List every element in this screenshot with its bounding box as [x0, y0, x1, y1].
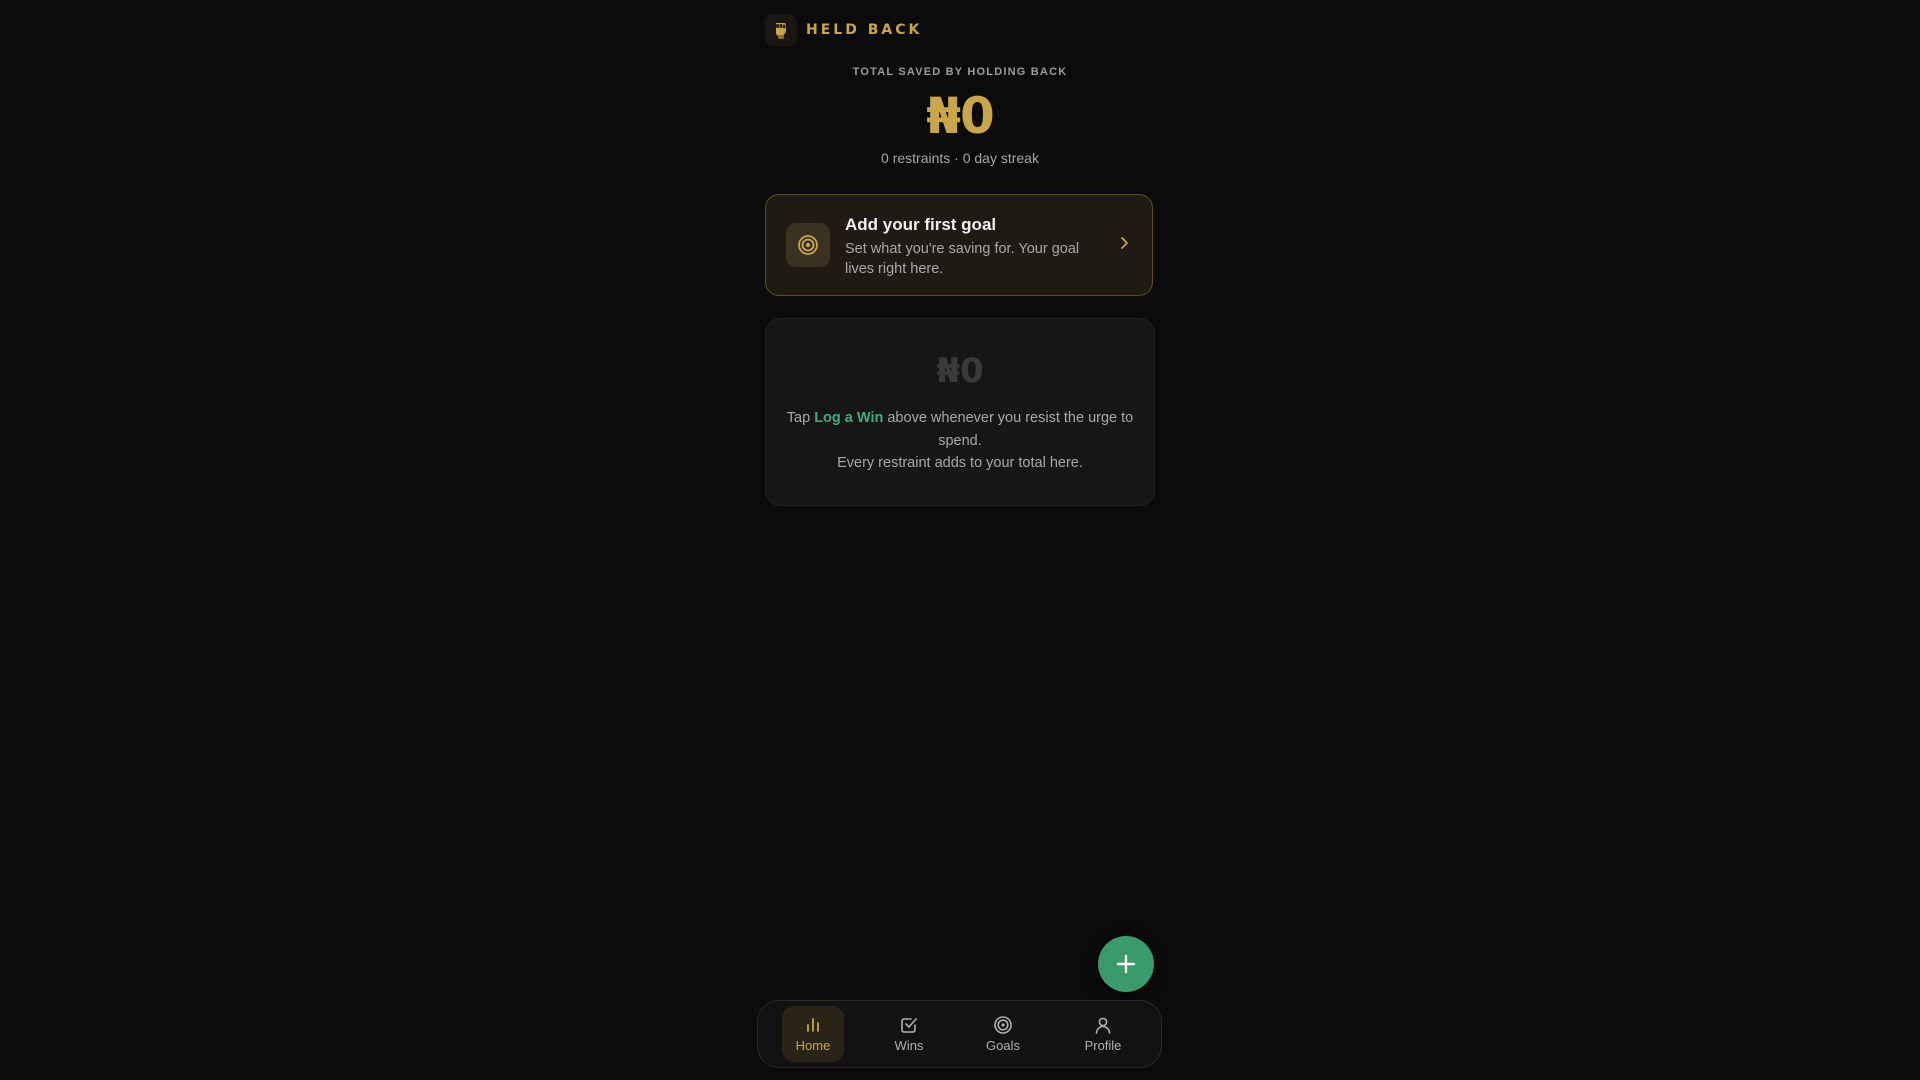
total-label: TOTAL SAVED BY HOLDING BACK — [852, 66, 1068, 78]
nav-label-profile: Profile — [1084, 1038, 1122, 1053]
checkbox-icon — [901, 1018, 917, 1033]
chevron-right-icon — [1121, 237, 1128, 249]
app-root: HELD BACK TOTAL SAVED BY HOLDING BACK ₦0… — [0, 0, 1920, 1080]
total-meta: 0 restraints · 0 day streak — [881, 150, 1039, 166]
fist-logo-icon — [765, 14, 797, 46]
empty-text-before: Tap — [786, 410, 815, 426]
goal-card-subtitle: Set what you're saving for. Your goal li… — [845, 241, 1080, 277]
target-icon — [786, 223, 830, 267]
total-amount: ₦0 — [926, 87, 995, 145]
empty-state-card: ₦0 Tap Log a Win above whenever you resi… — [765, 318, 1155, 506]
plus-icon — [1116, 954, 1136, 974]
nav-item-wins[interactable]: Wins — [878, 1006, 940, 1062]
nav-item-goals[interactable]: Goals — [972, 1006, 1034, 1062]
brand[interactable]: HELD BACK — [765, 14, 922, 46]
empty-text-after: above whenever you resist the urge to sp… — [883, 410, 1134, 449]
user-icon — [1095, 1017, 1111, 1034]
empty-state-text: Tap Log a Win above whenever you resist … — [786, 407, 1134, 475]
bar-chart-icon — [807, 1018, 819, 1032]
nav-label-wins: Wins — [894, 1038, 924, 1053]
goal-card-title: Add your first goal — [845, 215, 997, 234]
nav-label-goals: Goals — [986, 1038, 1020, 1053]
target-icon — [994, 1016, 1012, 1034]
brand-name: HELD BACK — [806, 22, 923, 38]
log-a-win-link[interactable]: Log a Win — [814, 410, 883, 426]
log-win-fab-button[interactable] — [1098, 936, 1154, 992]
bottom-nav: Home Wins Goals Profile — [757, 1000, 1162, 1068]
nav-label-home: Home — [795, 1038, 831, 1053]
nav-item-home[interactable]: Home — [782, 1006, 844, 1062]
add-goal-card[interactable]: Add your first goal Set what you're savi… — [765, 194, 1153, 296]
empty-text-line2: Every restraint adds to your total here. — [837, 455, 1083, 471]
empty-state-amount: ₦0 — [936, 351, 984, 391]
nav-item-profile[interactable]: Profile — [1072, 1006, 1134, 1062]
